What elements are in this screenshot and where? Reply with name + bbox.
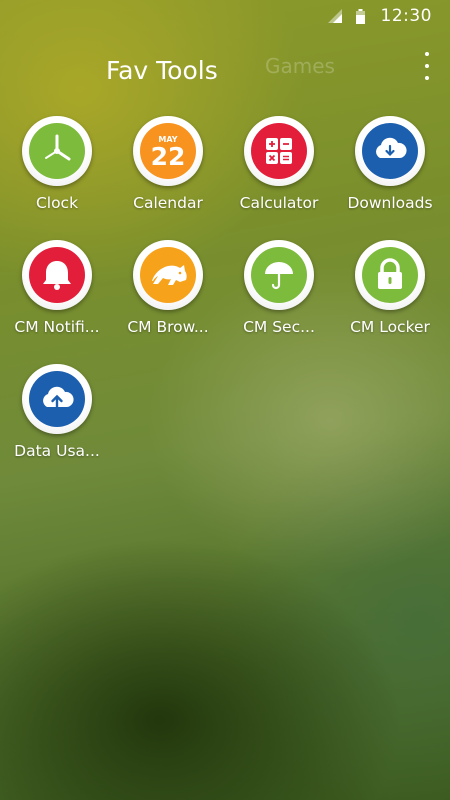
app-label: Downloads — [347, 194, 433, 212]
calculator-icon — [251, 123, 307, 179]
bell-icon — [29, 247, 85, 303]
tab-fav-tools[interactable]: Fav Tools — [106, 56, 218, 85]
app-label: Clock — [35, 194, 79, 212]
calendar-icon: MAY 22 — [140, 123, 196, 179]
downloads-icon — [362, 123, 418, 179]
panther-icon — [140, 247, 196, 303]
app-cm-security[interactable]: CM Sec... — [224, 240, 334, 336]
app-label: CM Locker — [350, 318, 430, 336]
app-calendar[interactable]: MAY 22 Calendar — [113, 116, 223, 212]
app-label: CM Notifi... — [14, 318, 100, 336]
clock-icon — [29, 123, 85, 179]
app-label: Calendar — [133, 194, 203, 212]
tab-games[interactable]: Games — [265, 54, 335, 78]
cloud-upload-icon — [29, 371, 85, 427]
app-cm-locker[interactable]: CM Locker — [335, 240, 445, 336]
app-label: Calculator — [239, 194, 319, 212]
battery-icon — [355, 8, 365, 24]
overflow-menu-icon[interactable] — [420, 52, 434, 80]
app-grid: Clock MAY 22 Calendar Calculator Downloa… — [2, 116, 448, 460]
calendar-day: 22 — [150, 141, 186, 171]
app-calculator[interactable]: Calculator — [224, 116, 334, 212]
status-time: 12:30 — [380, 6, 432, 26]
lock-icon — [362, 247, 418, 303]
app-cm-browser[interactable]: CM Brow... — [113, 240, 223, 336]
signal-icon — [327, 9, 342, 23]
umbrella-icon — [251, 247, 307, 303]
folder-header: Fav Tools Games — [0, 44, 450, 94]
app-data-usage[interactable]: Data Usa... — [2, 364, 112, 460]
status-bar: 12:30 — [0, 0, 450, 32]
app-downloads[interactable]: Downloads — [335, 116, 445, 212]
app-cm-notification[interactable]: CM Notifi... — [2, 240, 112, 336]
app-clock[interactable]: Clock — [2, 116, 112, 212]
app-label: CM Brow... — [127, 318, 209, 336]
app-label: Data Usa... — [14, 442, 100, 460]
app-label: CM Sec... — [243, 318, 315, 336]
